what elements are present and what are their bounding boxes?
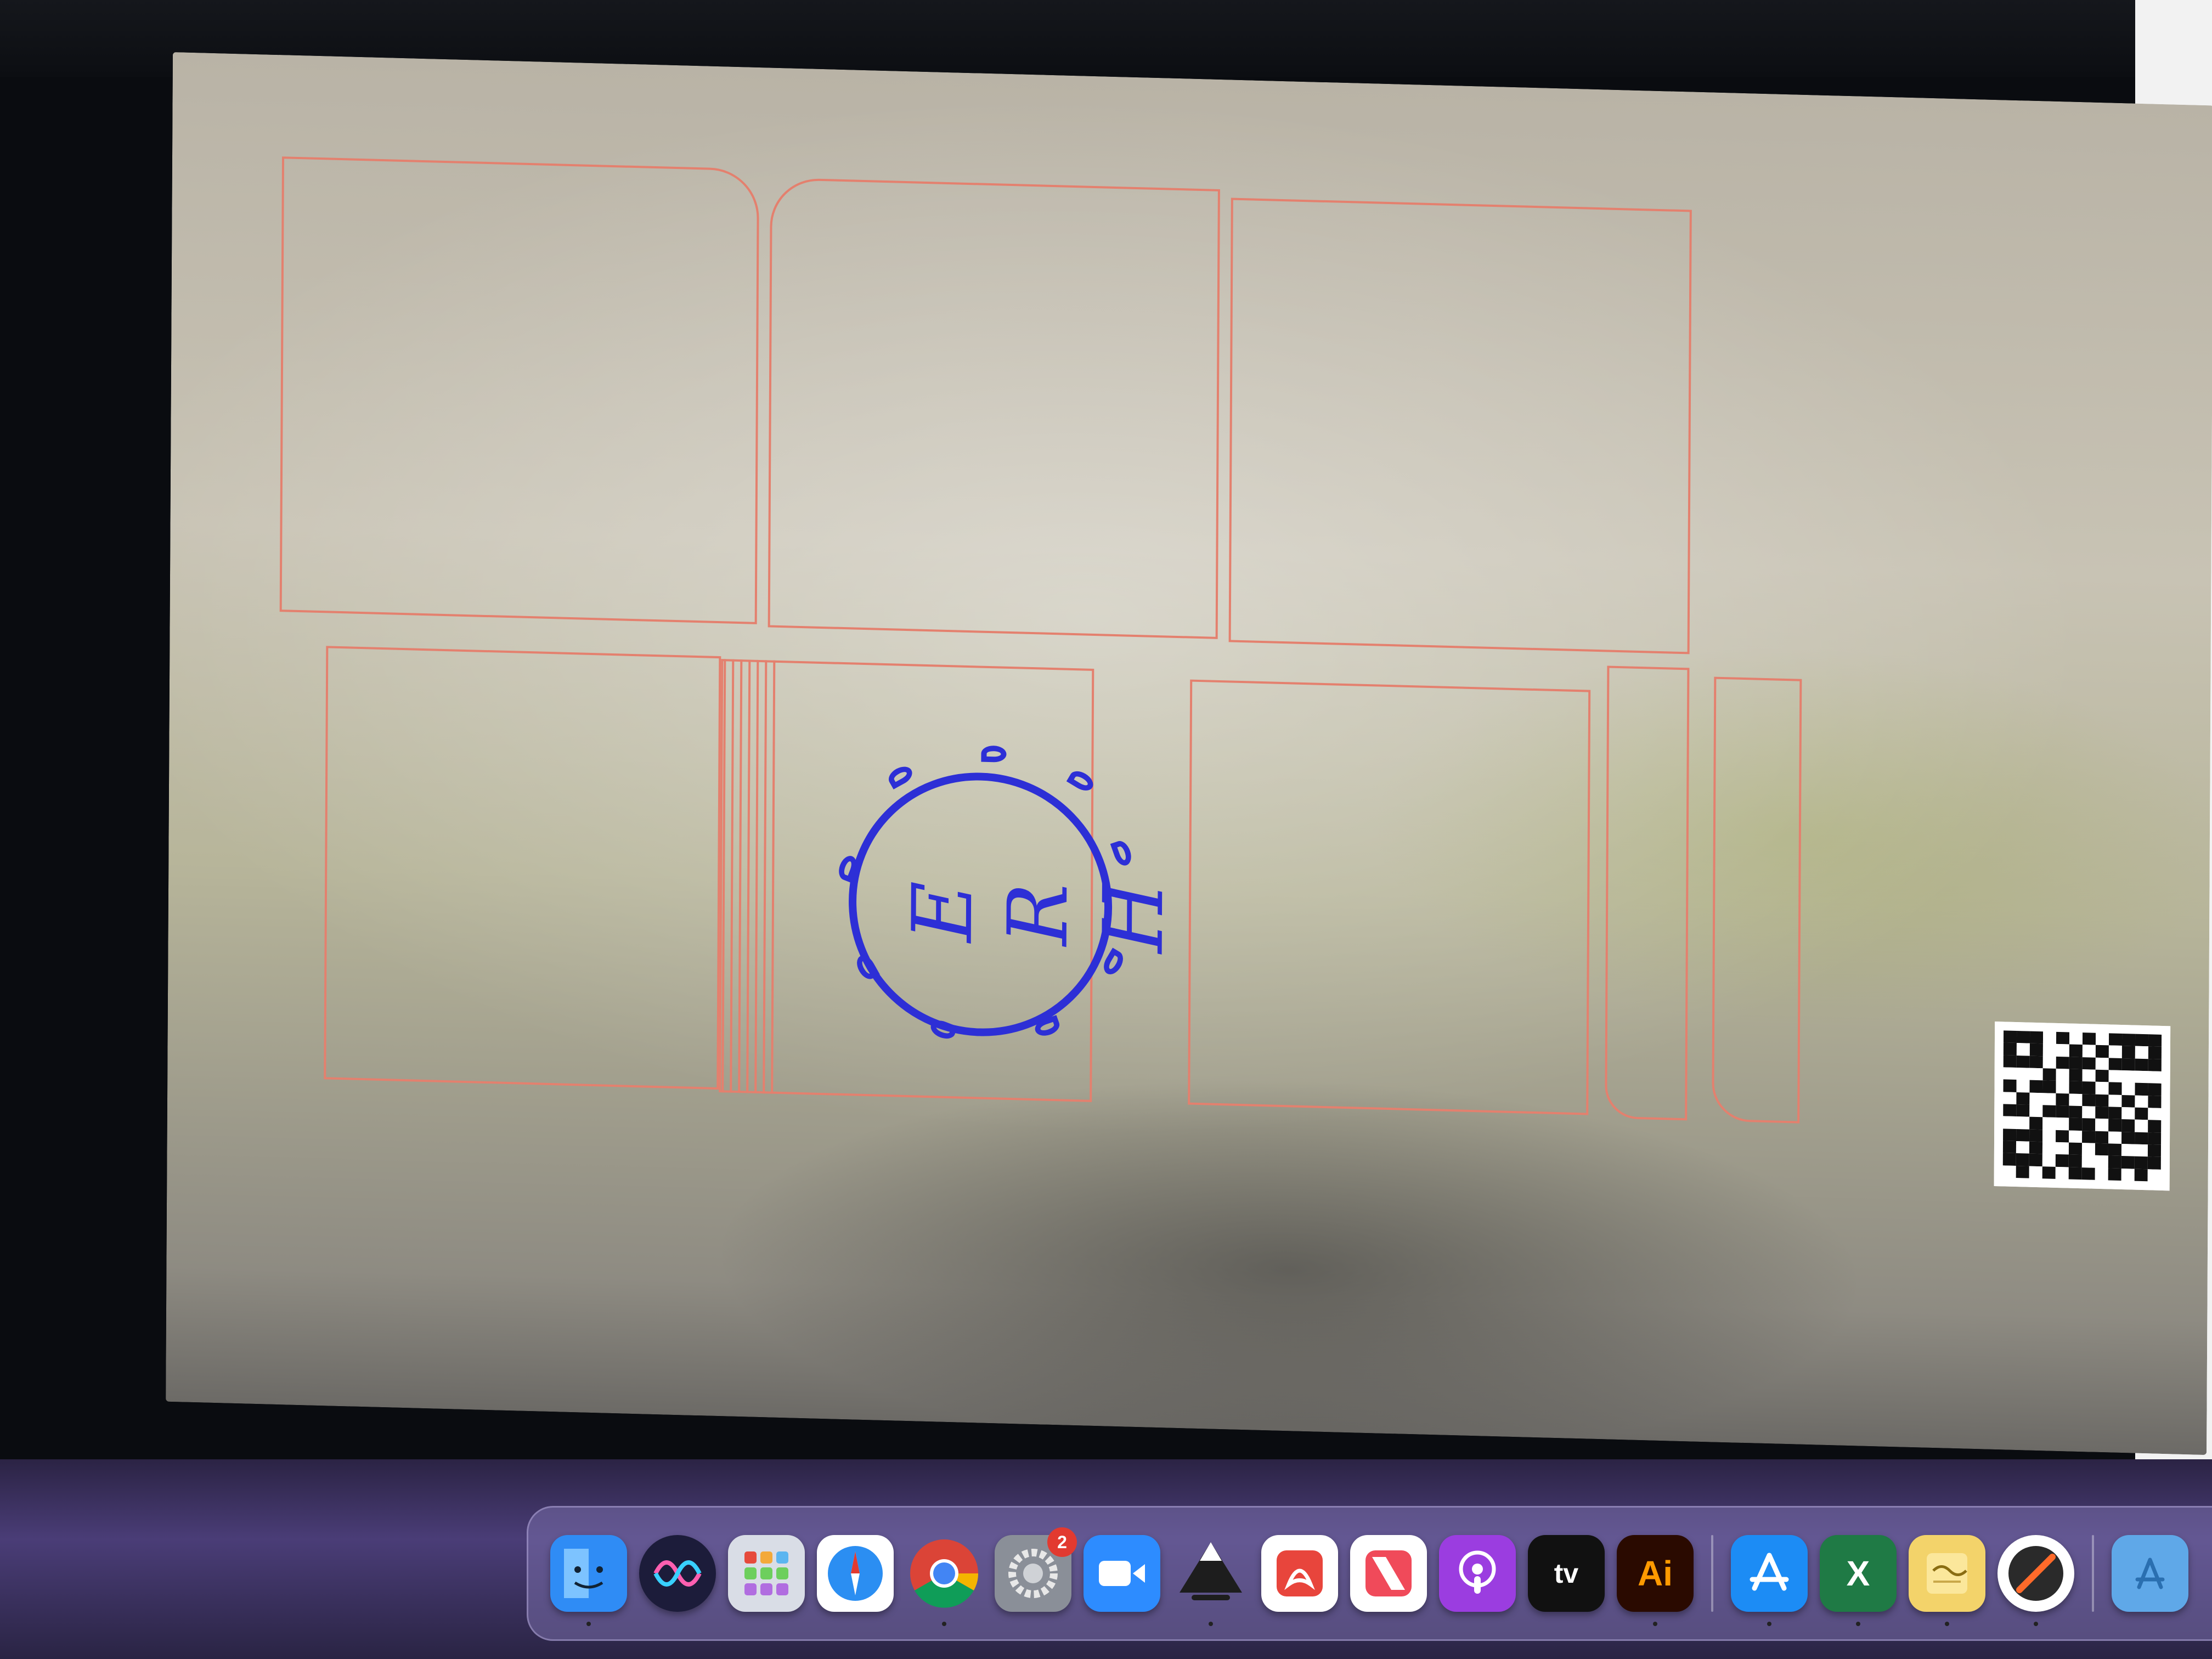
system-preferences-icon[interactable]: 2	[995, 1527, 1077, 1612]
chrome-icon[interactable]	[906, 1535, 983, 1626]
apple-tv-icon[interactable]: tv	[1528, 1535, 1605, 1612]
monogram-letter: H	[1086, 879, 1182, 954]
finder-icon[interactable]	[550, 1535, 627, 1626]
inkscape-icon[interactable]	[1172, 1535, 1249, 1626]
podcasts-icon[interactable]	[1439, 1535, 1516, 1612]
illustrator-icon[interactable]: Ai	[1617, 1535, 1694, 1626]
box-strip-2[interactable]	[1712, 676, 1802, 1124]
monogram-text[interactable]: E R H	[895, 856, 1182, 971]
cut-layer	[166, 52, 2212, 1455]
applications-folder-icon[interactable]	[2112, 1535, 2188, 1612]
zoom-icon[interactable]	[1084, 1535, 1160, 1612]
app-store-icon[interactable]	[1731, 1535, 1808, 1626]
illustrator-label: Ai	[1638, 1554, 1673, 1593]
monogram-letter: R	[990, 882, 1087, 947]
monogram-letter: E	[895, 880, 991, 943]
news-icon[interactable]	[1350, 1535, 1427, 1612]
notes-icon[interactable]	[1909, 1535, 1985, 1626]
dock-separator	[1711, 1535, 1713, 1612]
box-panel-top-right[interactable]	[1228, 198, 1692, 654]
lightburn-icon[interactable]	[1997, 1535, 2074, 1626]
box-panel-bottom-right[interactable]	[1188, 679, 1591, 1115]
excel-icon[interactable]: X	[1820, 1535, 1897, 1626]
apple-tv-label: tv	[1554, 1558, 1579, 1589]
box-panel-bottom-left[interactable]	[324, 646, 721, 1090]
box-panel-top-left[interactable]	[279, 156, 760, 624]
notification-badge: 2	[1047, 1527, 1077, 1557]
acrobat-icon[interactable]	[1261, 1535, 1338, 1612]
box-panel-top-middle[interactable]	[768, 177, 1220, 639]
launchpad-icon[interactable]	[728, 1535, 805, 1612]
excel-label: X	[1846, 1554, 1870, 1593]
macos-dock: 2 tv Ai X	[527, 1506, 2212, 1641]
camera-preview[interactable]: E R H	[166, 52, 2212, 1455]
wreath-leaf	[981, 745, 1007, 763]
laser-software-window: E R H	[0, 0, 2212, 1531]
box-strip-1[interactable]	[1605, 665, 1690, 1121]
safari-icon[interactable]	[817, 1535, 894, 1612]
siri-icon[interactable]	[639, 1535, 716, 1612]
dock-separator	[2092, 1535, 2094, 1612]
qr-code-marker	[1994, 1021, 2171, 1191]
